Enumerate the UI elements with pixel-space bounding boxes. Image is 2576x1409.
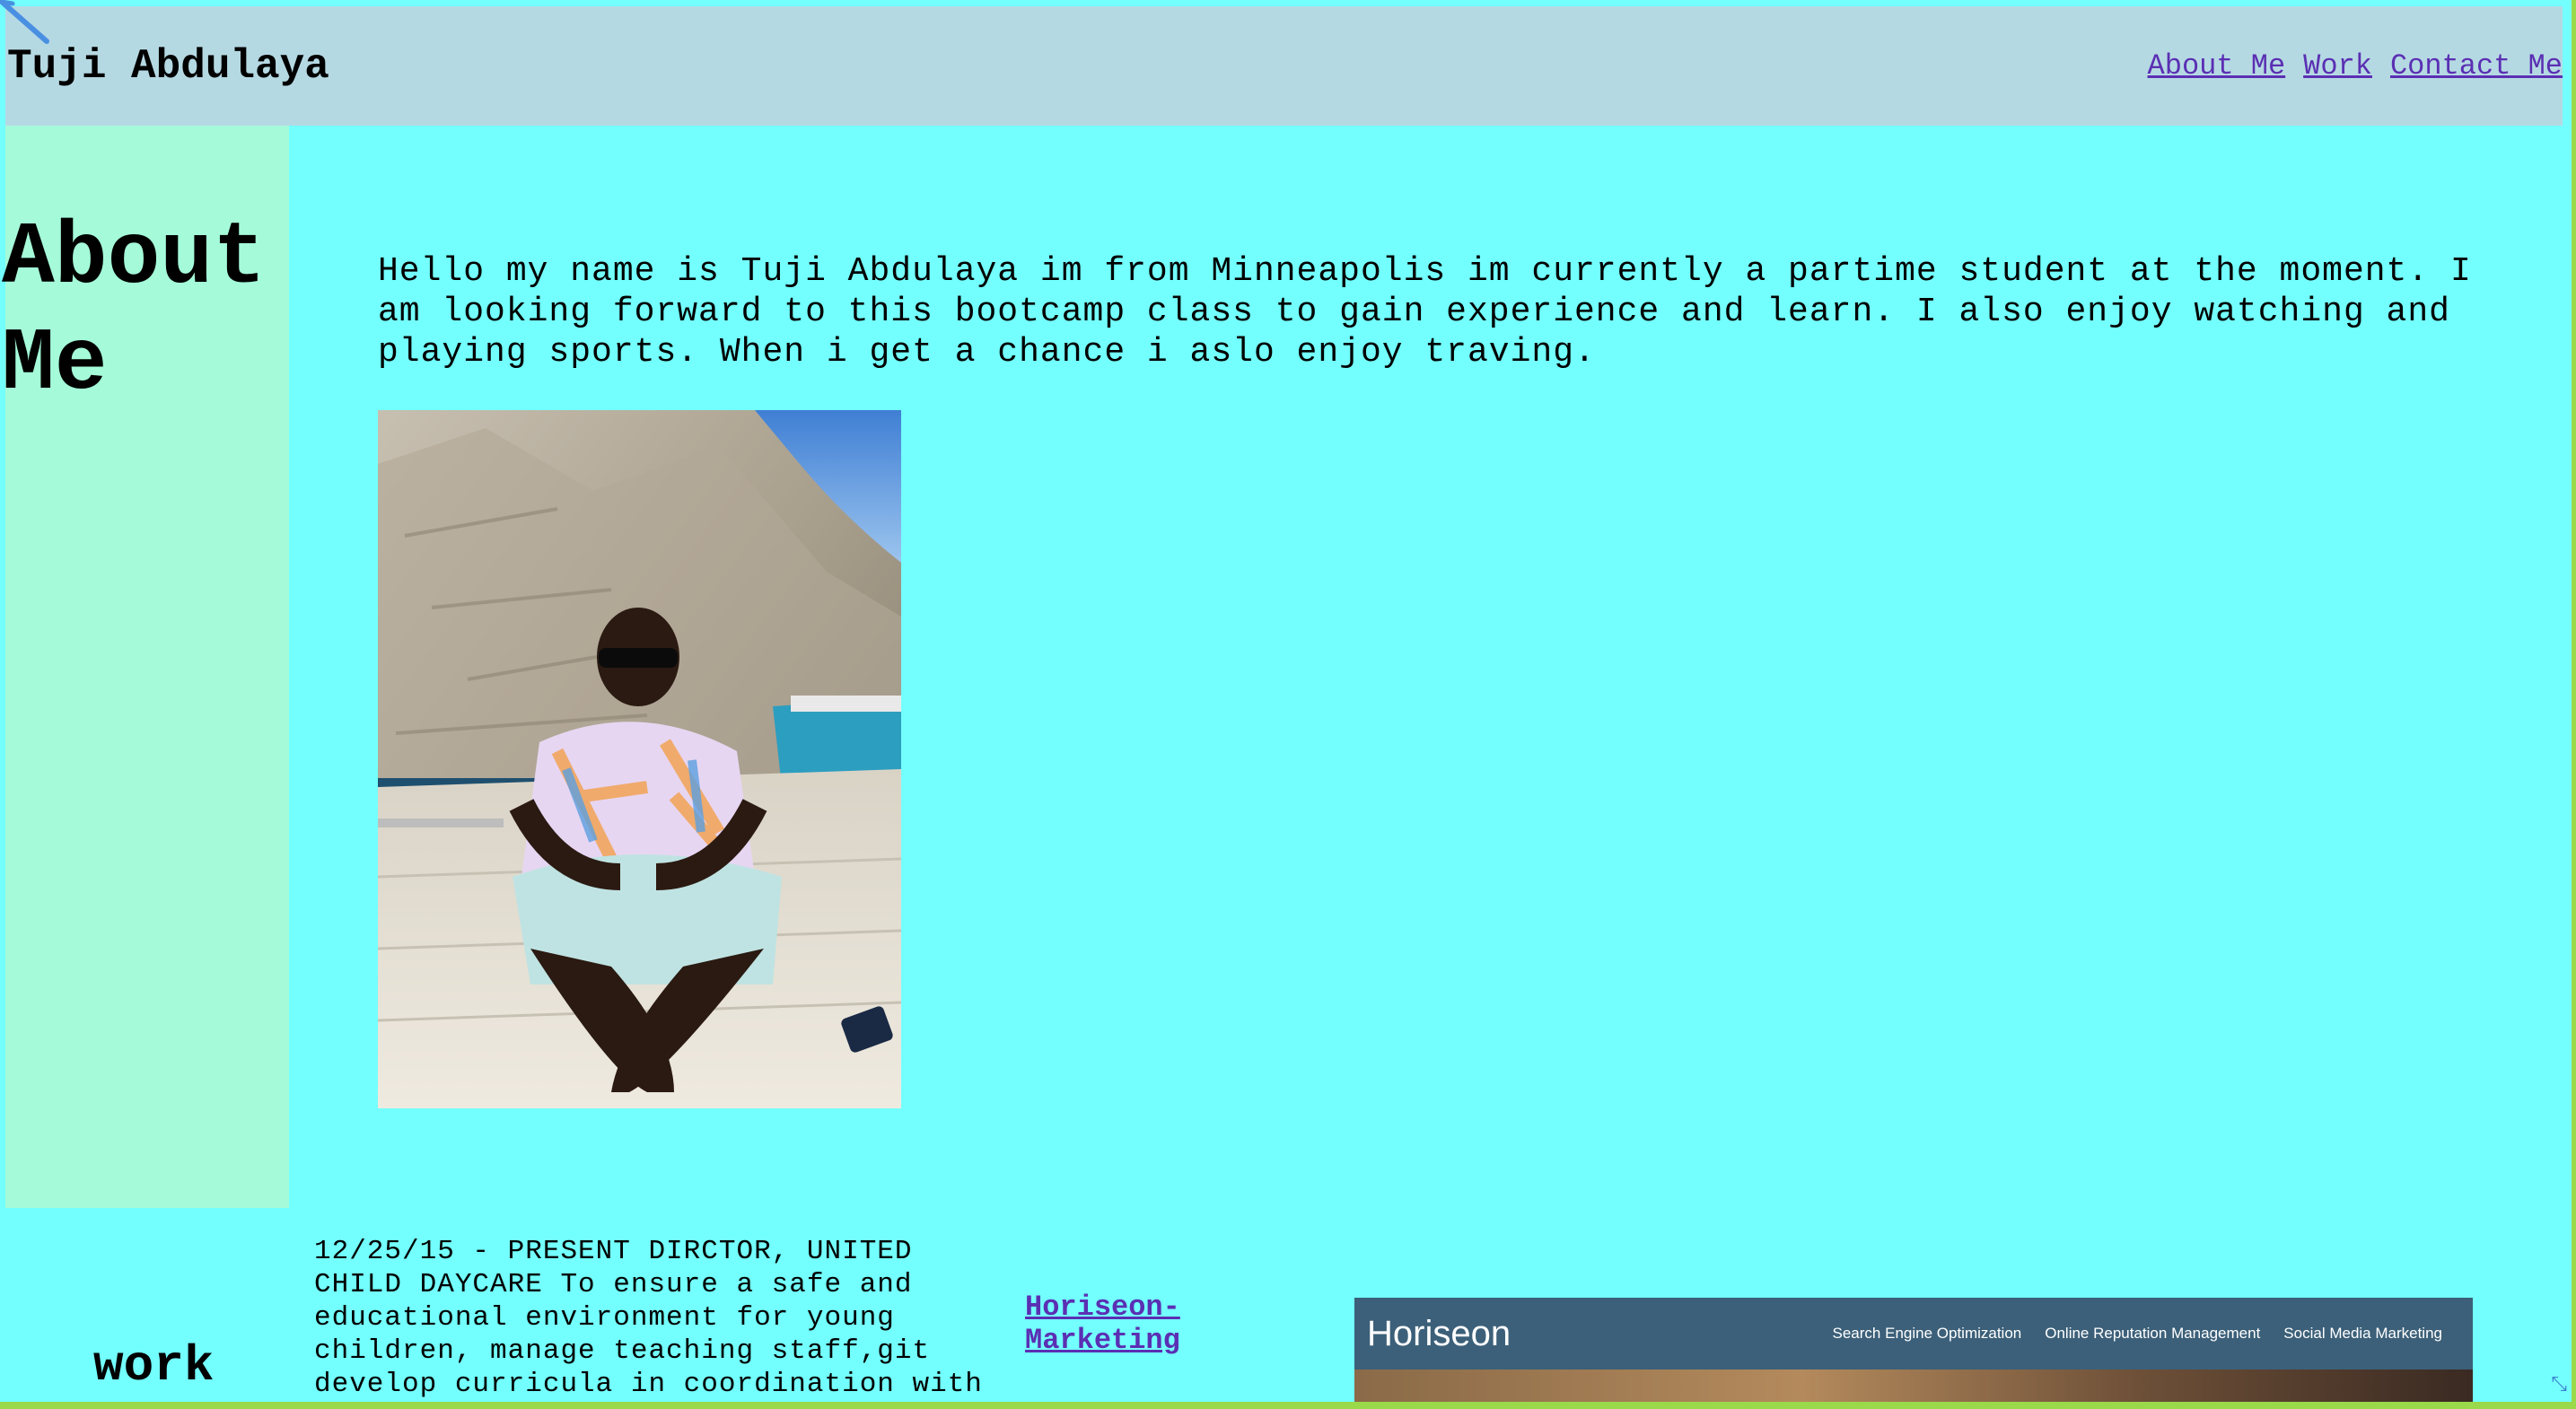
- nav-link-contact-me[interactable]: Contact Me: [2390, 49, 2563, 83]
- project-screenshot-header: Horiseon Search Engine Optimization Onli…: [1354, 1298, 2473, 1370]
- project-link-horiseon[interactable]: Horiseon-Marketing: [1025, 1291, 1240, 1357]
- project-screenshot-logo: Horiseon: [1367, 1313, 1511, 1353]
- profile-photo-image: [378, 410, 901, 1108]
- cursor-arrow-icon: [0, 0, 49, 44]
- project-screenshot-nav: Search Engine Optimization Online Reputa…: [1833, 1325, 2442, 1343]
- work-description: 12/25/15 - PRESENT DIRCTOR, UNITED CHILD…: [314, 1236, 983, 1400]
- about-heading: About Me: [2, 209, 267, 415]
- main-nav: About Me Work Contact Me: [2148, 49, 2563, 83]
- site-title: Tuji Abdulaya: [7, 42, 329, 90]
- project-screenshot-hero: [1354, 1370, 2473, 1402]
- resize-handle-icon[interactable]: ⤡: [2551, 1374, 2567, 1396]
- profile-photo: [378, 410, 901, 1108]
- about-paragraph: Hello my name is Tuji Abdulaya im from M…: [378, 252, 2472, 372]
- frame-top: [0, 0, 2576, 6]
- work-heading: work: [93, 1337, 215, 1395]
- nav-link-about-me[interactable]: About Me: [2148, 49, 2286, 83]
- project-screenshot-nav-item: Social Media Marketing: [2283, 1325, 2442, 1342]
- project-screenshot-nav-item: Online Reputation Management: [2045, 1325, 2261, 1342]
- nav-link-work[interactable]: Work: [2303, 49, 2372, 83]
- project-screenshot-nav-item: Search Engine Optimization: [1832, 1325, 2022, 1342]
- project-screenshot[interactable]: Horiseon Search Engine Optimization Onli…: [1354, 1298, 2473, 1402]
- frame-bottom: [0, 1402, 2576, 1409]
- site-header: Tuji Abdulaya About Me Work Contact Me: [5, 6, 2563, 126]
- frame-right: [2572, 0, 2576, 1409]
